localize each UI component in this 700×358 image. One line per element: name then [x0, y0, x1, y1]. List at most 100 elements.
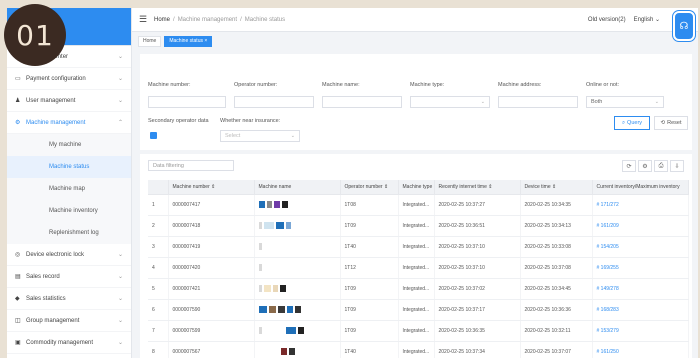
hamburger-icon[interactable]: ☰	[132, 14, 154, 25]
query-button[interactable]: ⌕ Query	[614, 116, 650, 130]
redacted-block	[285, 327, 296, 334]
inventory-cell[interactable]: # 168/283	[592, 299, 689, 321]
sidebar-item[interactable]: ⚙ Machine management ⌃	[7, 112, 131, 134]
inventory-cell[interactable]: # 161/250	[592, 341, 689, 358]
table-row[interactable]: 7 0000007599 1T09 Integrated... 2020-02-25 1…	[148, 320, 689, 342]
group-icon: ◫	[15, 317, 21, 324]
app-window: ◉Personal center⌄▭Payment configuration⌄…	[7, 8, 698, 358]
sidebar-item[interactable]: ♟ User management ⌄	[7, 90, 131, 112]
sidebar-item[interactable]: ▣ Commodity management ⌄	[7, 332, 131, 354]
inventory-cell[interactable]: # 161/209	[592, 215, 689, 237]
tag-machine-status[interactable]: Machine status ×	[164, 35, 213, 47]
table-row[interactable]: 1 0000007417 1T08 Integrated... 2020-02-25 1…	[148, 194, 689, 216]
breadcrumb-machine-management[interactable]: Machine management	[178, 17, 237, 23]
device-time-cell: 2020-02-25 10:37:08	[520, 257, 593, 279]
sidebar-item[interactable]: ◫ Group management ⌄	[7, 310, 131, 332]
chevron-down-icon: ⌄	[290, 133, 295, 139]
sidebar-subitem[interactable]: Replenishment log	[7, 222, 131, 244]
sidebar-menu: ◉Personal center⌄▭Payment configuration⌄…	[7, 46, 131, 354]
sidebar-item-label: Payment configuration	[26, 75, 86, 82]
inventory-cell[interactable]: # 154/205	[592, 236, 689, 258]
online-select[interactable]: Both ⌄	[586, 96, 664, 108]
close-icon[interactable]: ×	[204, 38, 207, 44]
col-label: Device time	[524, 183, 551, 190]
tag-bar: Home Machine status ×	[132, 32, 698, 50]
col-recent-internet-time[interactable]: Recently internet time ⇕	[434, 180, 521, 195]
breadcrumb-machine-status: Machine status	[244, 16, 286, 23]
sidebar-subitem[interactable]: Machine map	[7, 178, 131, 200]
table-row[interactable]: 3 0000007419 1T40 Integrated... 2020-02-25 1…	[148, 236, 689, 258]
inventory-cell[interactable]: # 153/279	[592, 320, 689, 342]
operator-number-input[interactable]	[234, 96, 314, 108]
table-row[interactable]: 2 0000007418 1T09 Integrated... 2020-02-25 1…	[148, 215, 689, 237]
sidebar-item[interactable]: ▤ Sales record ⌄	[7, 266, 131, 288]
old-version-link[interactable]: Old version(2)	[588, 17, 626, 23]
table-row[interactable]: 5 0000007421 1T09 Integrated... 2020-02-25 1…	[148, 278, 689, 300]
device-time-cell: 2020-02-25 10:34:35	[520, 194, 593, 216]
sidebar-item-label: Device electronic lock	[26, 251, 85, 258]
internet-time-cell: 2020-02-25 10:37:02	[434, 278, 521, 300]
chevron-down-icon: ⌄	[480, 99, 485, 105]
sidebar-subitem[interactable]: Machine status	[7, 156, 131, 178]
col-operator-number[interactable]: Operator number ⇕	[340, 180, 399, 195]
chart-icon: ◆	[15, 295, 20, 302]
col-label: Operator number	[344, 183, 383, 190]
reset-button[interactable]: ⟲ Reset	[654, 116, 688, 130]
chevron-down-icon: ⌄	[117, 54, 123, 60]
sidebar-item[interactable]: ◆ Sales statistics ⌄	[7, 288, 131, 310]
data-filter-input[interactable]: Data filtering	[148, 160, 234, 171]
chevron-down-icon: ⌄	[654, 17, 660, 23]
table-row[interactable]: 8 0000007567 1T40 Integrated... 2020-02-25 1…	[148, 341, 689, 358]
inventory-cell[interactable]: # 149/278	[592, 278, 689, 300]
export-icon[interactable]: ⇩	[670, 160, 684, 172]
machine-type-cell: Integrated...	[398, 194, 435, 216]
machine-number-cell: 0000007599	[168, 320, 255, 342]
table-panel: Data filtering ⟳ ⚙ ⎙ ⇩ Machine number ⇕ …	[140, 154, 692, 358]
col-machine-number[interactable]: Machine number ⇕	[168, 180, 255, 195]
sort-icon: ⇕	[488, 183, 493, 190]
refresh-icon[interactable]: ⟳	[622, 160, 636, 172]
redacted-block	[263, 327, 284, 334]
inventory-cell[interactable]: # 169/255	[592, 257, 689, 279]
redacted-block	[258, 243, 262, 250]
online-value: Both	[591, 99, 603, 105]
machine-address-input[interactable]	[498, 96, 578, 108]
machine-name-cell	[254, 215, 341, 237]
redacted-block	[258, 285, 262, 292]
operator-number-cell: 1T09	[340, 299, 399, 321]
machine-type-cell: Integrated...	[398, 341, 435, 358]
language-select[interactable]: English ⌄	[634, 16, 660, 23]
redacted-block	[258, 348, 279, 355]
machine-type-cell: Integrated...	[398, 257, 435, 279]
sidebar-subitem[interactable]: My machine	[7, 134, 131, 156]
sidebar-item[interactable]: ▭ Payment configuration ⌄	[7, 68, 131, 90]
headset-icon[interactable]: ☊	[673, 11, 695, 41]
chevron-down-icon: ⌄	[117, 252, 123, 258]
card-icon: ▭	[15, 75, 21, 82]
chevron-up-icon: ⌃	[117, 120, 123, 126]
table-row[interactable]: 4 0000007420 1T12 Integrated... 2020-02-25 1…	[148, 257, 689, 279]
inventory-cell[interactable]: # 171/272	[592, 194, 689, 216]
redacted-block	[263, 222, 274, 229]
row-index: 7	[148, 320, 169, 342]
settings-icon[interactable]: ⚙	[638, 160, 652, 172]
sidebar-item[interactable]: ◎ Device electronic lock ⌄	[7, 244, 131, 266]
sidebar-subitem[interactable]: Machine inventory	[7, 200, 131, 222]
box-icon: ▣	[15, 339, 21, 346]
breadcrumb-sep: /	[173, 16, 175, 23]
print-icon[interactable]: ⎙	[654, 160, 668, 172]
machine-number-input[interactable]	[148, 96, 226, 108]
machine-name-input[interactable]	[322, 96, 402, 108]
machine-name-cell	[254, 278, 341, 300]
chevron-down-icon: ⌄	[117, 98, 123, 104]
breadcrumb: Home / Machine management / Machine stat…	[154, 17, 285, 23]
secondary-operator-checkbox[interactable]	[150, 132, 157, 139]
machine-name-cell	[254, 341, 341, 358]
row-index: 5	[148, 278, 169, 300]
col-device-time[interactable]: Device time ⇕	[520, 180, 593, 195]
table-row[interactable]: 6 0000007590 1T09 Integrated... 2020-02-25 1…	[148, 299, 689, 321]
breadcrumb-home[interactable]: Home	[154, 17, 170, 23]
machine-type-select[interactable]: ⌄	[410, 96, 490, 108]
near-insurance-select[interactable]: Select ⌄	[220, 130, 300, 142]
tag-home[interactable]: Home	[138, 35, 162, 47]
